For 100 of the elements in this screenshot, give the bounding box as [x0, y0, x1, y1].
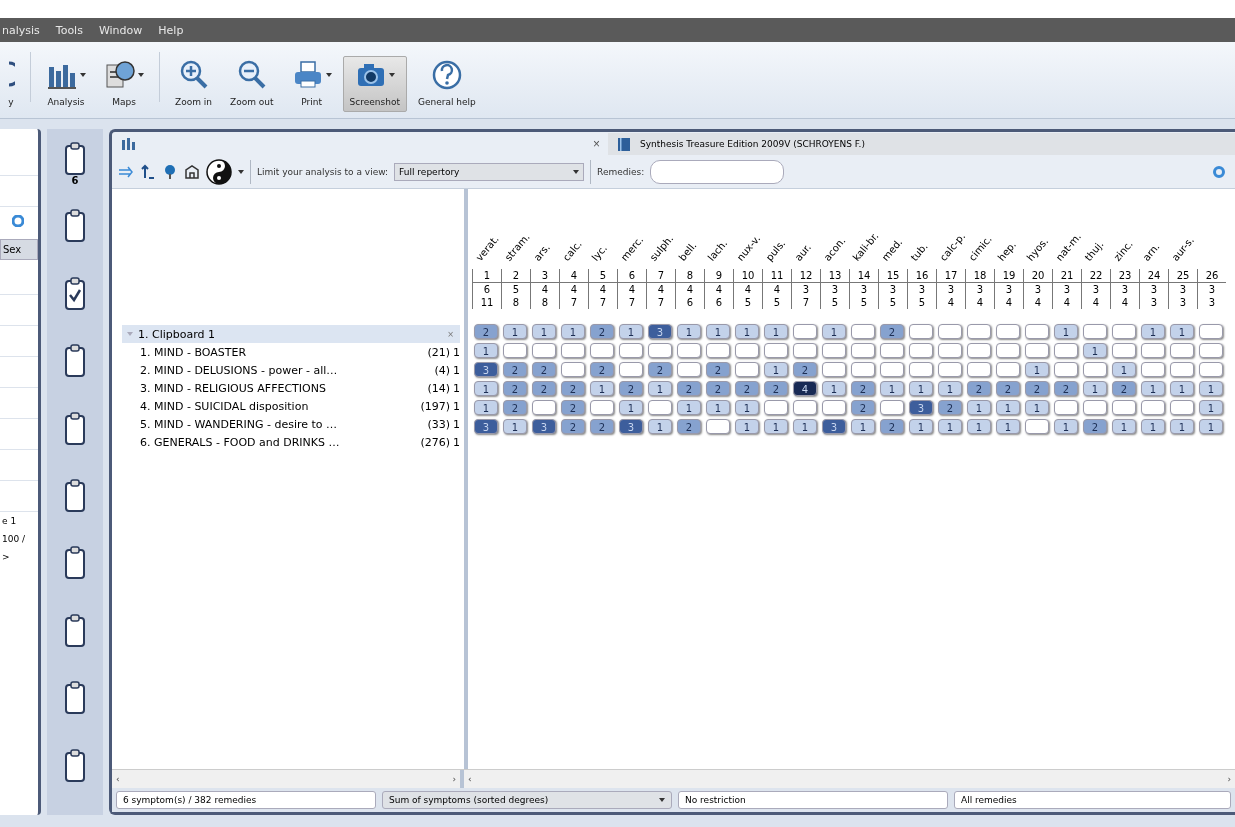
grade-cell[interactable]: 1 — [1141, 381, 1165, 396]
grade-cell[interactable]: 2 — [1054, 381, 1078, 396]
toolbar-button[interactable]: y — [0, 56, 22, 112]
close-button[interactable]: × — [593, 137, 600, 151]
empty-cell[interactable] — [996, 362, 1020, 377]
grade-cell[interactable]: 1 — [1054, 419, 1078, 434]
building-icon[interactable] — [184, 164, 200, 180]
symptom-label[interactable]: 1. MIND - BOASTER — [140, 345, 425, 359]
remedy-name[interactable]: ars. — [531, 241, 552, 263]
grade-cell[interactable]: 1 — [1112, 362, 1136, 377]
grade-cell[interactable]: 1 — [561, 324, 585, 339]
grade-cell[interactable]: 1 — [909, 419, 933, 434]
grade-cell[interactable]: 1 — [677, 400, 701, 415]
grade-cell[interactable]: 1 — [822, 324, 846, 339]
grade-cell[interactable]: 3 — [909, 400, 933, 415]
grade-cell[interactable]: 1 — [648, 419, 672, 434]
grade-cell[interactable]: 1 — [764, 362, 788, 377]
menu-item[interactable]: nalysis — [2, 23, 40, 37]
grade-cell[interactable]: 1 — [590, 381, 614, 396]
empty-cell[interactable] — [590, 400, 614, 415]
grade-cell[interactable]: 1 — [996, 400, 1020, 415]
grade-cell[interactable]: 2 — [590, 362, 614, 377]
empty-cell[interactable] — [822, 400, 846, 415]
toolbar-button[interactable]: Maps — [97, 56, 151, 112]
remedy-name[interactable]: lyc. — [589, 242, 610, 263]
empty-cell[interactable] — [764, 343, 788, 358]
settings-icon[interactable] — [12, 215, 24, 227]
empty-cell[interactable] — [909, 343, 933, 358]
clipboard-icon[interactable] — [65, 545, 85, 580]
scroll-right-arrow[interactable]: › — [452, 774, 456, 784]
grade-cell[interactable]: 2 — [764, 381, 788, 396]
remedy-name[interactable]: tub. — [908, 240, 930, 263]
grade-cell[interactable]: 2 — [851, 400, 875, 415]
empty-cell[interactable] — [1054, 400, 1078, 415]
window-tab[interactable]: Synthesis Treasure Edition 2009V (SCHROYENS F.) — [640, 139, 865, 149]
grade-cell[interactable]: 1 — [1083, 343, 1107, 358]
empty-cell[interactable] — [909, 362, 933, 377]
grade-cell[interactable]: 2 — [735, 381, 759, 396]
grade-cell[interactable]: 2 — [561, 419, 585, 434]
empty-cell[interactable] — [619, 362, 643, 377]
grade-cell[interactable]: 2 — [590, 419, 614, 434]
grade-cell[interactable]: 2 — [880, 419, 904, 434]
toolbar-button[interactable]: Zoom in — [168, 56, 219, 112]
empty-cell[interactable] — [793, 324, 817, 339]
grade-cell[interactable]: 1 — [1170, 419, 1194, 434]
grade-cell[interactable]: 1 — [1025, 362, 1049, 377]
grade-cell[interactable]: 2 — [938, 400, 962, 415]
grade-cell[interactable]: 1 — [764, 419, 788, 434]
clipboard-icon[interactable] — [65, 343, 85, 378]
empty-cell[interactable] — [851, 362, 875, 377]
empty-cell[interactable] — [1199, 324, 1223, 339]
menu-item[interactable]: Window — [98, 23, 143, 37]
empty-cell[interactable] — [1112, 324, 1136, 339]
grade-cell[interactable]: 1 — [648, 381, 672, 396]
empty-cell[interactable] — [1083, 400, 1107, 415]
grade-cell[interactable]: 2 — [706, 381, 730, 396]
grade-cell[interactable]: 2 — [1083, 419, 1107, 434]
empty-cell[interactable] — [764, 400, 788, 415]
grade-cell[interactable]: 2 — [880, 324, 904, 339]
empty-cell[interactable] — [1054, 362, 1078, 377]
grade-cell[interactable]: 1 — [1025, 400, 1049, 415]
clipboard-check-icon[interactable] — [65, 275, 85, 310]
grade-cell[interactable]: 1 — [735, 324, 759, 339]
grade-cell[interactable]: 1 — [474, 343, 498, 358]
grade-cell[interactable]: 2 — [996, 381, 1020, 396]
empty-cell[interactable] — [503, 343, 527, 358]
grade-cell[interactable]: 1 — [706, 324, 730, 339]
empty-cell[interactable] — [1112, 400, 1136, 415]
grade-cell[interactable]: 3 — [648, 324, 672, 339]
grade-cell[interactable]: 3 — [619, 419, 643, 434]
grade-cell[interactable]: 1 — [735, 400, 759, 415]
remedy-name[interactable]: aur. — [792, 241, 814, 263]
grade-cell[interactable]: 4 — [793, 381, 817, 396]
empty-cell[interactable] — [1141, 343, 1165, 358]
clipboard-icon[interactable] — [65, 680, 85, 715]
empty-cell[interactable] — [967, 362, 991, 377]
grade-cell[interactable]: 1 — [967, 400, 991, 415]
toolbar-button[interactable]: General help — [410, 56, 483, 112]
empty-cell[interactable] — [880, 400, 904, 415]
grade-cell[interactable]: 2 — [503, 400, 527, 415]
grade-cell[interactable]: 2 — [532, 362, 556, 377]
remedy-name[interactable]: hep. — [995, 239, 1019, 263]
grade-cell[interactable]: 3 — [532, 419, 556, 434]
grade-cell[interactable]: 2 — [474, 324, 498, 339]
remedies-field[interactable] — [650, 160, 785, 184]
tree-icon[interactable] — [162, 164, 178, 180]
grade-cell[interactable]: 2 — [706, 362, 730, 377]
clipboard-icon[interactable] — [65, 612, 85, 647]
empty-cell[interactable] — [706, 419, 730, 434]
toolbar-button[interactable]: Print — [284, 56, 339, 112]
grade-cell[interactable]: 2 — [677, 419, 701, 434]
grade-cell[interactable]: 1 — [532, 324, 556, 339]
empty-cell[interactable] — [677, 343, 701, 358]
clipboard-icon[interactable] — [65, 747, 85, 782]
empty-cell[interactable] — [1025, 419, 1049, 434]
empty-cell[interactable] — [706, 343, 730, 358]
empty-cell[interactable] — [851, 343, 875, 358]
symptom-label[interactable]: 2. MIND - DELUSIONS - power - all… — [140, 363, 432, 377]
grade-cell[interactable]: 1 — [706, 400, 730, 415]
grade-cell[interactable]: 2 — [503, 381, 527, 396]
